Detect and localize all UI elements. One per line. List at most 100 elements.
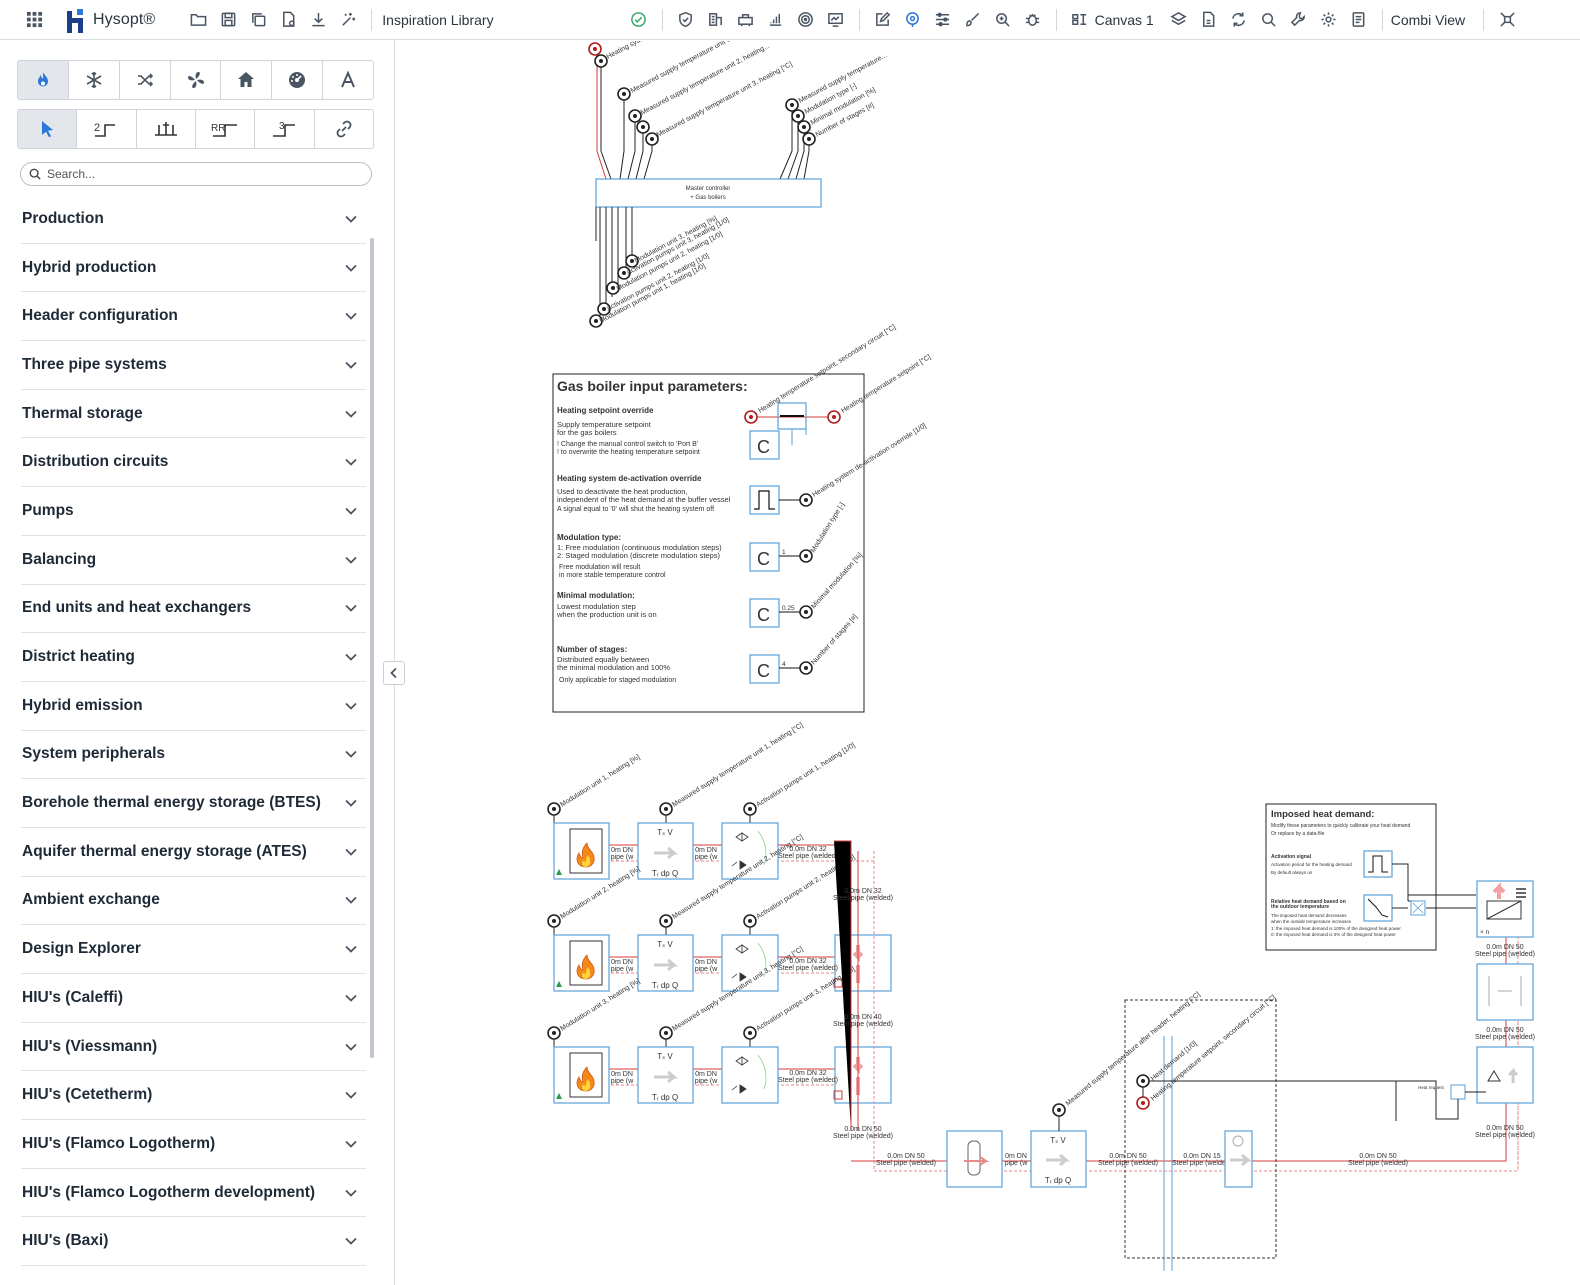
top-signal-label: Measured supply temperature... [798,52,889,105]
category-item[interactable]: Production [21,195,366,244]
hydraulic-separator[interactable] [834,1046,892,1104]
category-item[interactable]: End units and heat exchangers [21,585,366,634]
category-item[interactable]: Ambient exchange [21,877,366,926]
category-item[interactable]: Design Explorer [21,925,366,974]
layers-icon[interactable] [1166,7,1192,33]
brand[interactable]: Hysopt® [65,7,155,33]
signal-port[interactable] [659,914,673,928]
toolbar-divider [661,8,663,31]
brush-icon[interactable] [960,7,986,33]
category-item[interactable]: District heating [21,633,366,682]
target-icon[interactable] [793,7,819,33]
signal-port[interactable] [547,1026,561,1040]
category-item[interactable]: Header configuration [21,292,366,342]
search-icon[interactable] [1256,7,1282,33]
tab-heating[interactable] [18,61,69,99]
location-pin-icon[interactable] [900,7,926,33]
tool-rr-control[interactable]: RR [195,110,256,148]
category-item[interactable]: Distribution circuits [21,438,366,488]
signal-port[interactable] [743,802,757,816]
component-search[interactable] [20,162,372,186]
check-valve[interactable] [721,1046,779,1104]
signal-port[interactable] [659,802,673,816]
building-icon[interactable] [703,7,729,33]
category-item[interactable]: Thermal storage [21,390,366,439]
signal-port[interactable] [743,914,757,928]
category-item[interactable]: Aquifer thermal energy storage (ATES) [21,828,366,877]
save-icon[interactable] [215,7,241,33]
tab-cooling[interactable] [68,61,120,99]
category-item[interactable]: HIU's (Flamco Logotherm development) [21,1169,366,1218]
category-item[interactable]: Three pipe systems [21,341,366,390]
dots-chart-icon[interactable] [763,7,789,33]
sensor-label: Tᵣ dp Q [652,1093,678,1102]
category-item[interactable]: HIU's (Viessmann) [21,1023,366,1072]
tab-building[interactable] [221,61,273,99]
bug-icon[interactable] [1020,7,1046,33]
tool-three-way-valve[interactable]: 3 [255,110,315,148]
app-grid-icon[interactable] [21,7,47,33]
search-input[interactable] [47,167,347,181]
refresh-icon[interactable] [1226,7,1252,33]
category-item[interactable]: Pumps [21,487,366,536]
shield-check-icon[interactable] [673,7,699,33]
master-controller-group[interactable]: Heating system de-activation... Measured… [588,41,889,328]
check-circle-icon[interactable] [626,7,652,33]
tool-link[interactable] [314,110,373,148]
tool-header[interactable] [136,110,196,148]
signal-port[interactable] [547,802,561,816]
wrench-icon[interactable] [1286,7,1312,33]
canvas-selector[interactable]: Canvas 1 [1095,12,1154,28]
report-icon[interactable] [1346,7,1372,33]
category-item[interactable]: System peripherals [21,731,366,780]
pipe-label: 0m DN [695,847,717,854]
chevron-down-icon [345,702,357,710]
category-item[interactable]: HIU's (Flamco Logotherm) [21,1120,366,1169]
category-item[interactable]: HIU's (Baxi) [21,1217,366,1267]
imposed-text: Activation period for the heating demand [1271,862,1352,867]
monitor-chart-icon[interactable] [823,7,849,33]
document-icon[interactable] [1196,7,1222,33]
category-item[interactable]: Borehole thermal energy storage (BTES) [21,779,366,828]
canvas-icon[interactable] [1067,7,1093,33]
imposed-heat-demand[interactable]: Imposed heat demand: Modify these parame… [1265,803,1476,951]
deactivation-signal[interactable] [749,485,780,515]
category-item[interactable]: HIU's (Cetetherm) [21,1071,366,1121]
category-item[interactable]: HIU's (Caleffi) [21,974,366,1023]
download-icon[interactable] [305,7,331,33]
master-controller-box[interactable] [595,178,822,208]
file-settings-icon[interactable] [275,7,301,33]
boiler-parameters-panel[interactable]: Gas boiler input parameters: Heating set… [552,323,932,713]
tab-hybrid[interactable] [119,61,171,99]
combi-view-button[interactable]: Combi View [1391,12,1465,28]
tab-dashboard[interactable] [272,61,324,99]
hydraulic-diagram[interactable]: Heating system de-activation... Measured… [396,41,1580,1285]
boiler-row[interactable]: Modulation unit 1, heating [%] Measured s… [547,721,874,880]
tab-text[interactable] [323,61,373,99]
sliders-icon[interactable] [930,7,956,33]
gear-icon[interactable] [1316,7,1342,33]
open-folder-icon[interactable] [185,7,211,33]
radiator-icon[interactable] [733,7,759,33]
tab-ventilation[interactable] [170,61,222,99]
balancing-valve[interactable] [1476,963,1534,1021]
diagram-canvas[interactable]: Heating system de-activation... Measured… [396,41,1580,1285]
magic-wand-icon[interactable] [335,7,361,33]
two-way-control-icon: 2 [94,122,116,137]
network-icon[interactable] [1494,7,1520,33]
edit-icon[interactable] [870,7,896,33]
control-valve[interactable] [1476,1046,1534,1104]
category-item[interactable]: Hybrid emission [21,682,366,731]
zoom-search-icon[interactable] [990,7,1016,33]
pipe-label: 0m DN [611,1071,633,1078]
category-item[interactable]: Hybrid production [21,244,366,293]
copy-icon[interactable] [245,7,271,33]
pipe-label: pipe (w [695,854,719,861]
category-item[interactable]: Balancing [21,536,366,585]
tool-two-way-valve[interactable]: 2 [77,110,137,148]
signal-port[interactable] [659,1026,673,1040]
tool-select[interactable] [18,110,78,148]
signal-port[interactable] [547,914,561,928]
sidebar-scrollbar[interactable] [370,238,374,1058]
signal-port[interactable] [743,1026,757,1040]
